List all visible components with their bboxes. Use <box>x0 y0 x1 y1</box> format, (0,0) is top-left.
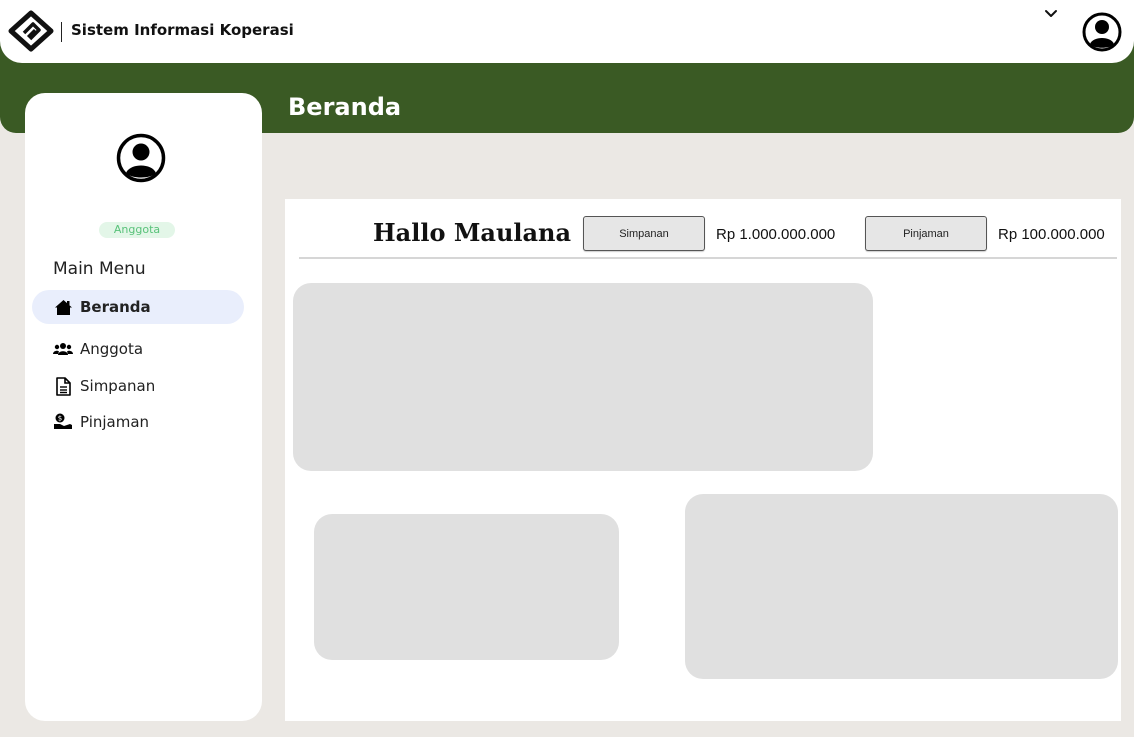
simpanan-button[interactable]: Simpanan <box>583 216 705 251</box>
pinjaman-button[interactable]: Pinjaman <box>865 216 987 251</box>
sidebar-item-label: Anggota <box>80 340 144 358</box>
logo-divider <box>61 22 62 42</box>
greeting-heading: Hallo Maulana <box>373 218 572 247</box>
users-icon <box>53 339 73 359</box>
dashboard-card: Hallo Maulana Simpanan Rp 1.000.000.000 … <box>285 199 1121 721</box>
svg-text:$: $ <box>58 415 62 423</box>
sidebar-item-beranda[interactable]: Beranda <box>32 290 244 324</box>
user-avatar-icon[interactable] <box>1082 12 1122 52</box>
sidebar-item-label: Beranda <box>80 298 151 316</box>
sidebar: Anggota Main Menu Beranda Anggota Simpan… <box>25 93 262 721</box>
simpanan-value: Rp 1.000.000.000 <box>716 226 836 243</box>
content-placeholder-small <box>314 514 619 660</box>
pinjaman-value: Rp 100.000.000 <box>998 226 1105 243</box>
sidebar-item-label: Simpanan <box>80 377 156 395</box>
sidebar-item-pinjaman[interactable]: $ Pinjaman <box>32 405 244 439</box>
content-placeholder-large <box>293 283 873 471</box>
sidebar-item-anggota[interactable]: Anggota <box>32 332 244 366</box>
role-badge: Anggota <box>99 222 175 238</box>
home-icon <box>53 297 73 317</box>
sidebar-item-simpanan[interactable]: Simpanan <box>32 369 244 403</box>
app-title: Sistem Informasi Koperasi <box>71 21 294 39</box>
menu-heading: Main Menu <box>53 259 146 279</box>
document-icon <box>53 376 73 396</box>
sidebar-item-label: Pinjaman <box>80 413 150 431</box>
chevron-down-icon[interactable] <box>1043 7 1059 21</box>
top-navbar: Sistem Informasi Koperasi <box>0 0 1134 63</box>
divider <box>299 257 1117 259</box>
page-title: Beranda <box>288 93 402 121</box>
content-placeholder-wide <box>685 494 1118 679</box>
hand-coin-icon: $ <box>53 412 73 432</box>
logo-icon <box>8 10 54 52</box>
profile-avatar-icon <box>116 133 166 183</box>
